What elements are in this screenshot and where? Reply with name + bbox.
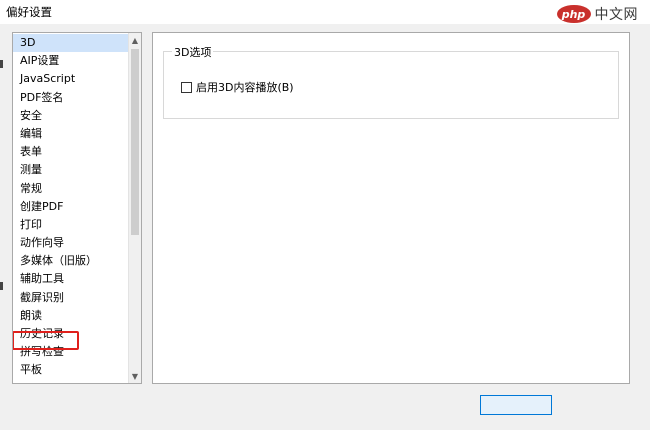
category-list[interactable]: 3D AIP设置 JavaScript PDF签名 安全 编辑 表单 测量 常规… — [12, 32, 142, 384]
category-item-javascript[interactable]: JavaScript — [13, 70, 129, 88]
preferences-dialog: 3D AIP设置 JavaScript PDF签名 安全 编辑 表单 测量 常规… — [0, 24, 650, 430]
category-item-forms[interactable]: 表单 — [13, 143, 129, 161]
category-item-3d[interactable]: 3D — [13, 34, 129, 53]
edge-mark — [0, 60, 3, 68]
scroll-up-icon[interactable]: ▲ — [129, 33, 141, 47]
group-title: 3D选项 — [172, 44, 214, 60]
scroll-thumb[interactable] — [131, 49, 139, 235]
category-item-accessibility[interactable]: 辅助工具 — [13, 270, 129, 288]
enable-3d-label: 启用3D内容播放(B) — [196, 81, 294, 94]
category-item-print[interactable]: 打印 — [13, 216, 129, 234]
title-bar: 偏好设置 php 中文网 — [0, 0, 650, 24]
window-title: 偏好设置 — [6, 5, 52, 19]
enable-3d-checkbox[interactable] — [181, 81, 192, 93]
list-scrollbar[interactable]: ▲ ▼ — [128, 33, 141, 383]
category-item-tablet[interactable]: 平板 — [13, 361, 129, 379]
scroll-down-icon[interactable]: ▼ — [129, 369, 141, 383]
category-items: 3D AIP设置 JavaScript PDF签名 安全 编辑 表单 测量 常规… — [13, 34, 129, 380]
category-item-multimedia-legacy[interactable]: 多媒体（旧版） — [13, 252, 129, 270]
options-panel: 3D选项 启用3D内容播放(B) — [152, 32, 630, 384]
category-item-security[interactable]: 安全 — [13, 107, 129, 125]
edge-mark — [0, 282, 3, 290]
category-item-screenshot-ocr[interactable]: 截屏识别 — [13, 289, 129, 307]
history-highlight-box — [13, 331, 79, 350]
watermark-logo: php — [556, 5, 591, 23]
category-item-edit[interactable]: 编辑 — [13, 125, 129, 143]
category-item-aip-settings[interactable]: AIP设置 — [13, 52, 129, 70]
watermark: php 中文网 — [556, 4, 639, 24]
category-item-measure[interactable]: 测量 — [13, 161, 129, 179]
ok-button[interactable] — [480, 395, 552, 415]
category-item-general[interactable]: 常规 — [13, 180, 129, 198]
3d-options-group: 3D选项 启用3D内容播放(B) — [163, 44, 619, 119]
category-item-read-aloud[interactable]: 朗读 — [13, 307, 129, 325]
category-item-action-wizard[interactable]: 动作向导 — [13, 234, 129, 252]
enable-3d-row[interactable]: 启用3D内容播放(B) — [181, 79, 294, 95]
category-item-pdf-signature[interactable]: PDF签名 — [13, 89, 129, 107]
category-item-create-pdf[interactable]: 创建PDF — [13, 198, 129, 216]
watermark-text: 中文网 — [594, 7, 638, 23]
